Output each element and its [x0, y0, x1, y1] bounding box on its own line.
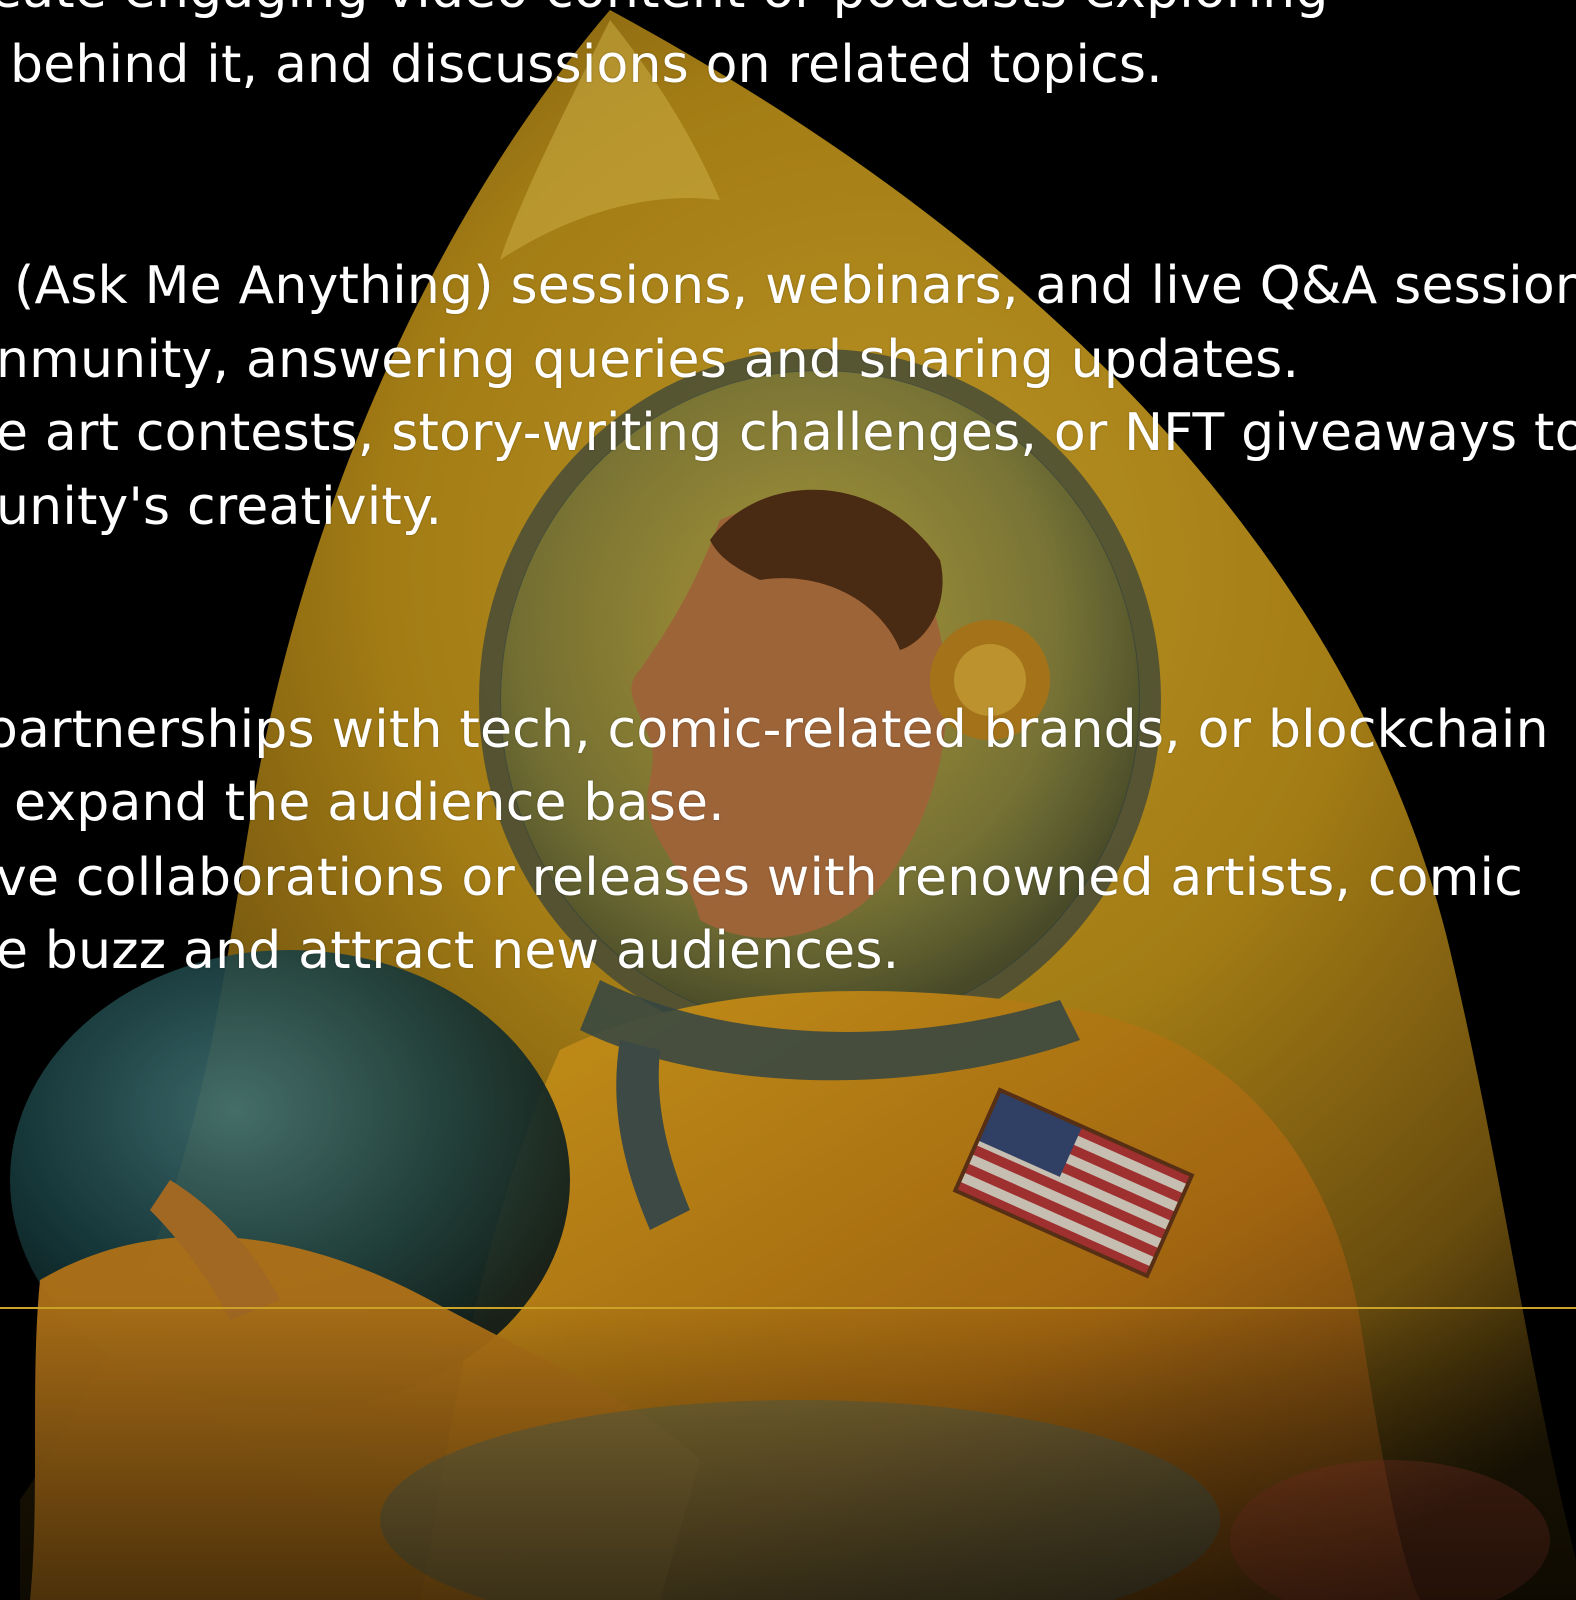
horizontal-divider [0, 1307, 1576, 1309]
text-line-6: unity's creativity. [0, 477, 443, 537]
content-text-block: eate engaging video content or podcasts … [0, 0, 1576, 1600]
text-line-5: e art contests, story-writing challenges… [0, 403, 1576, 463]
text-line-7: oartnerships with tech, comic-related br… [0, 700, 1549, 760]
text-line-1: eate engaging video content or podcasts … [0, 0, 1329, 20]
text-line-10: e buzz and attract new audiences. [0, 921, 900, 981]
text-line-8: expand the audience base. [14, 773, 725, 833]
text-line-2: behind it, and discussions on related to… [10, 35, 1163, 95]
text-line-4: nmunity, answering queries and sharing u… [0, 330, 1300, 390]
text-line-3: (Ask Me Anything) sessions, webinars, an… [14, 256, 1576, 316]
text-line-9: ve collaborations or releases with renow… [0, 848, 1523, 908]
